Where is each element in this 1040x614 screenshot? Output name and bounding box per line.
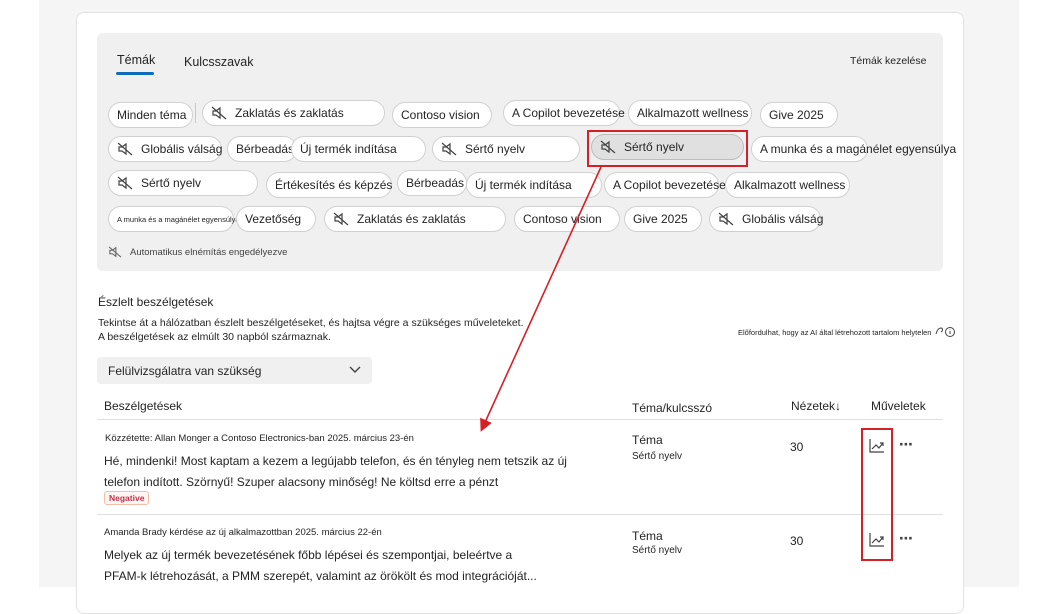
topic-chip-label: Sértő nyelv [465,142,526,156]
mute-icon [600,140,616,154]
ai-disclaimer-text: Előfordulhat, hogy az AI által létrehozo… [738,327,932,337]
topic-chip[interactable]: Sértő nyelv [591,134,744,160]
topic-chip-label: Bérbeadás [406,176,465,190]
sentiment-badge: Negative [104,491,150,505]
topic-chip[interactable]: Contoso vision [392,102,492,128]
topic-chip[interactable]: Bérbeadás [397,170,467,196]
mute-icon [211,106,227,120]
column-header-views[interactable]: Nézetek↓ [791,399,841,413]
topic-chip[interactable]: A munka és a magánélet egyensúlya [751,136,956,162]
topic-chip[interactable]: Contoso vision [514,206,620,232]
more-icon[interactable]: ⋯ [899,530,914,547]
row-message-line: Melyek az új termék bevezetésének főbb l… [104,548,513,562]
topic-chip-label: Give 2025 [633,212,688,226]
auto-mute-status: Automatikus elnémítás engedélyezve [108,246,287,258]
topic-chip[interactable]: Alkalmazott wellness [725,172,850,198]
auto-mute-label: Automatikus elnémítás engedélyezve [130,246,288,258]
topic-chip-label: Értékesítés és képzés [275,178,393,192]
topic-chip[interactable]: A munka és a magánélet egyensúlya [108,206,240,232]
more-icon[interactable]: ⋯ [899,436,914,453]
row-topic-name: Sértő nyelv [632,545,683,556]
filter-dropdown[interactable]: Felülvizsgálatra van szükség [97,357,372,384]
topic-chip-label: Contoso vision [401,108,480,122]
topic-chip-label: Új termék indítása [300,142,397,156]
row-topic-type: Téma [632,529,663,543]
topic-chip-label: Sértő nyelv [141,176,202,190]
topic-chip[interactable]: Minden téma [108,102,193,128]
topic-chip[interactable]: Bérbeadás [227,136,297,162]
row-topic-name: Sértő nyelv [632,451,683,462]
chevron-down-icon [349,366,361,373]
row-meta: Közzétette: Allan Monger a Contoso Elect… [105,433,414,444]
mute-icon [117,176,133,190]
topic-chip-label: Contoso vision [523,212,602,226]
row-message: Hé, mindenki! Most kaptam a kezem a legú… [104,451,574,493]
topic-chip[interactable]: Sértő nyelv [432,136,580,162]
section-title: Észlelt beszélgetések [98,295,214,309]
topic-chip[interactable]: Sértő nyelv [108,170,258,196]
topic-chip-label: Zaklatás és zaklatás [235,106,344,120]
topic-chip-label: Új termék indítása [475,178,572,192]
topic-chip[interactable]: A Copilot bevezetése [503,100,625,126]
column-header-actions: Műveletek [871,399,926,413]
topic-chip[interactable]: Alkalmazott wellness [628,100,752,126]
topic-chip-label: A munka és a magánélet egyensúlya [760,142,957,156]
topic-chip-label: Give 2025 [769,108,824,122]
mute-icon [108,246,122,258]
topic-chip[interactable]: Give 2025 [760,102,838,128]
topic-chip-label: A munka és a magánélet egyensúlya [117,214,240,224]
topic-chip[interactable]: Give 2025 [624,206,702,232]
topic-chip-label: Globális válság [141,142,223,156]
mute-icon [441,142,457,156]
trend-icon[interactable] [869,438,885,453]
topic-chip-label: Zaklatás és zaklatás [357,212,466,226]
topic-chip-label: Sértő nyelv [624,140,685,154]
row-message-line: PFAM-k létrehozását, a PMM szerepét, val… [104,569,537,583]
row-meta: Amanda Brady kérdése az új alkalmazottba… [104,527,382,538]
topic-chip[interactable]: Globális válság [709,206,824,232]
mute-icon [718,212,734,226]
row-divider [97,514,943,515]
topic-chip[interactable]: Értékesítés és képzés [266,172,392,198]
ai-info-icon[interactable] [933,326,957,338]
topic-chip-label: Alkalmazott wellness [637,106,749,120]
topic-chip[interactable]: Új termék indítása [466,172,602,198]
row-message: Melyek az új termék bevezetésének főbb l… [104,545,574,587]
topic-chip[interactable]: Új termék indítása [291,136,426,162]
topic-chip[interactable]: Vezetőség [236,206,316,232]
column-header-conversations: Beszélgetések [104,399,183,413]
trend-icon[interactable] [869,532,885,547]
row-views: 30 [790,534,804,548]
topic-chip-label: Vezetőség [245,212,302,226]
tab-keywords[interactable]: Kulcsszavak [184,55,253,69]
header-divider [97,419,943,420]
row-message-line: Hé, mindenki! Most kaptam a kezem a legú… [104,454,567,468]
topic-chip[interactable]: Zaklatás és zaklatás [202,100,385,126]
mute-icon [117,142,133,156]
topic-chip-label: A Copilot bevezetése [512,106,625,120]
topic-chip-label: Bérbeadás [236,142,295,156]
row-topic-type: Téma [632,433,663,447]
ai-disclaimer: Előfordulhat, hogy az AI által létrehozo… [738,326,957,338]
column-header-topic[interactable]: Téma/kulcsszó [632,401,712,415]
section-description-range: A beszélgetések az elmúlt 30 napból szár… [98,331,331,343]
row-message-line: telefon indított. Szörnyű! Szuper alacso… [104,475,499,489]
topic-chip-label: Globális válság [742,212,824,226]
topic-chip[interactable]: Zaklatás és zaklatás [324,206,506,232]
mute-icon [333,212,349,226]
topic-chip-label: Alkalmazott wellness [734,178,846,192]
manage-topics-link[interactable]: Témák kezelése [850,55,926,67]
tab-topics[interactable]: Témák [117,53,155,67]
topic-chip-label: Minden téma [117,108,187,122]
topic-chip-label: A Copilot bevezetése [613,178,726,192]
topic-chip[interactable]: A Copilot bevezetése [604,172,726,198]
filter-dropdown-value: Felülvizsgálatra van szükség [108,363,262,378]
active-tab-indicator [116,72,154,75]
row-views: 30 [790,440,804,454]
topic-chip[interactable]: Globális válság [108,136,222,162]
chip-divider [195,103,196,123]
section-description: Tekintse át a hálózatban észlelt beszélg… [98,317,524,329]
